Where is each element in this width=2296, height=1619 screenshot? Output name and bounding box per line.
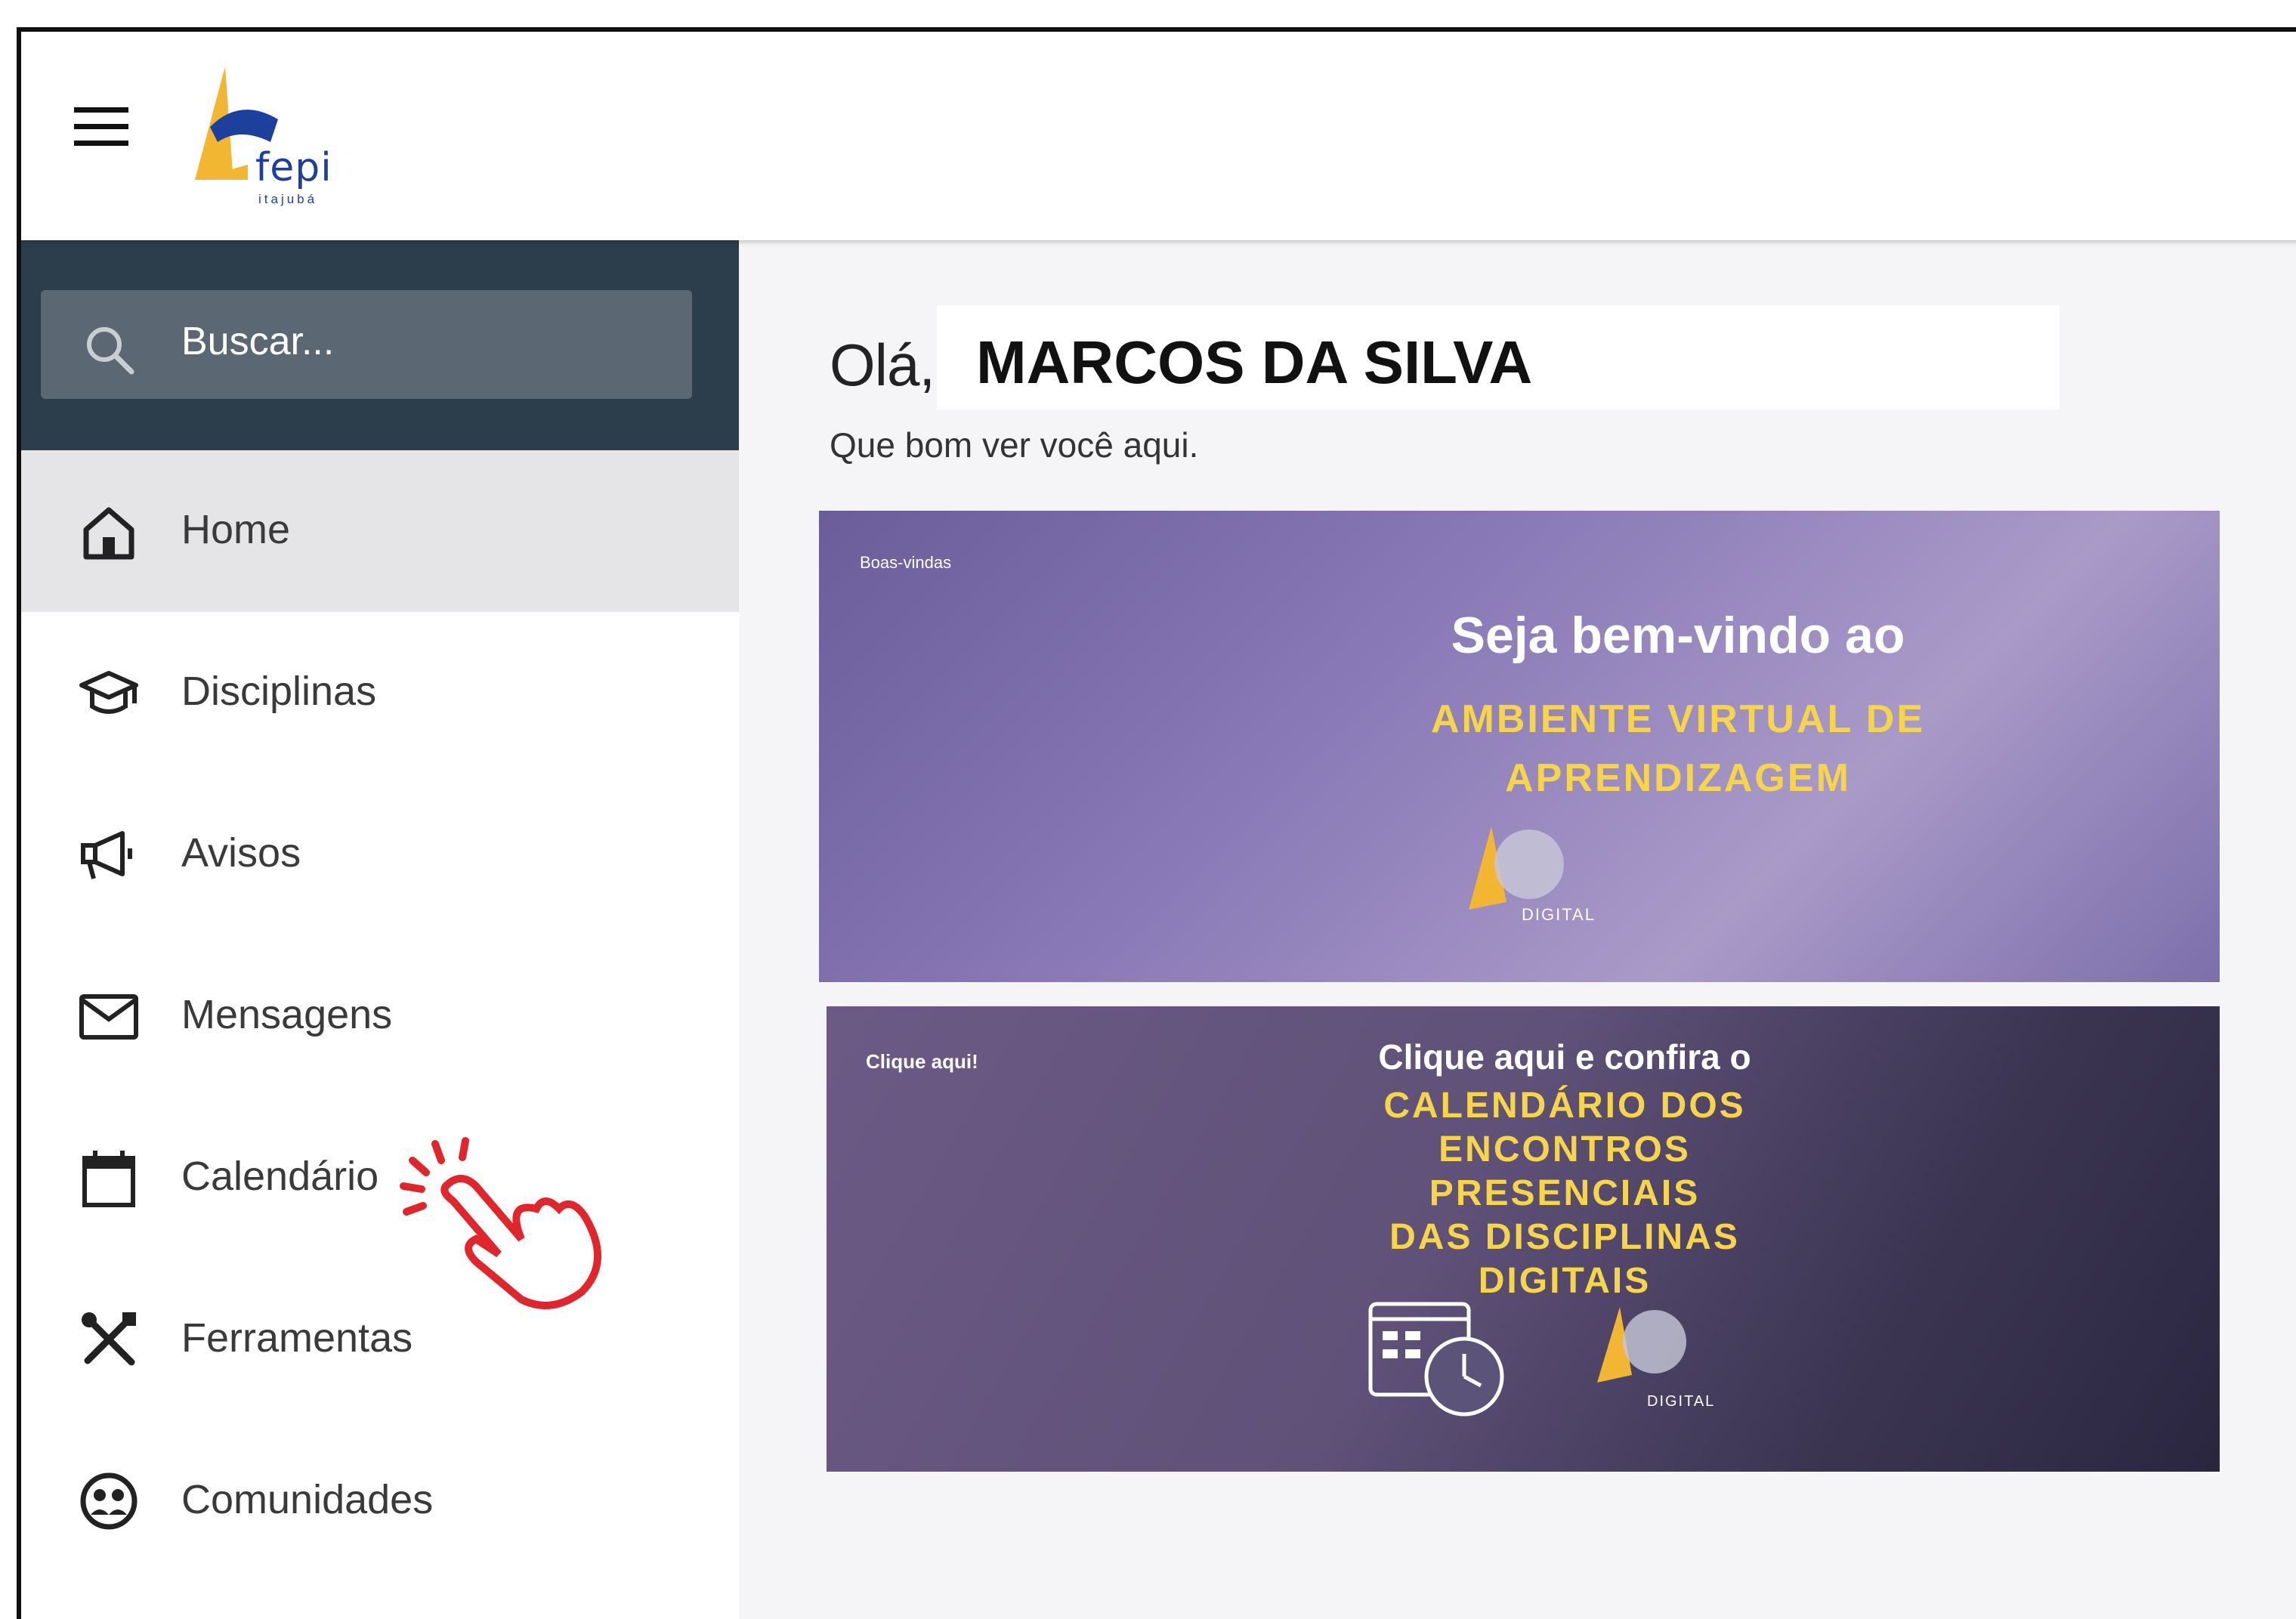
search-input[interactable]: Buscar... bbox=[41, 290, 692, 399]
search-placeholder: Buscar... bbox=[181, 320, 335, 363]
sidebar-item-avisos[interactable]: Avisos bbox=[21, 774, 739, 935]
sidebar-item-disciplinas[interactable]: Disciplinas bbox=[21, 612, 739, 774]
menu-icon[interactable] bbox=[74, 107, 128, 147]
tools-icon bbox=[82, 1312, 136, 1366]
sidebar-item-comunidades[interactable]: Comunidades bbox=[21, 1420, 739, 1582]
sidebar-item-label: Home bbox=[181, 507, 291, 552]
user-name: MARCOS DA SILVA bbox=[976, 329, 1533, 396]
sidebar-item-label: Ferramentas bbox=[181, 1315, 413, 1361]
welcome-banner[interactable]: Boas-vindas Seja bem-vindo ao AMBIENTE V… bbox=[819, 511, 2220, 982]
sidebar: Buscar... Home Disciplinas Avisos Mensag… bbox=[21, 240, 739, 1619]
banner-highlight-2: ENCONTROS bbox=[1438, 1129, 1691, 1169]
banner-highlight-2: APRENDIZAGEM bbox=[1505, 756, 1851, 800]
mail-icon bbox=[79, 994, 138, 1040]
user-name-box: MARCOS DA SILVA bbox=[937, 305, 2060, 409]
sidebar-item-home[interactable]: Home bbox=[21, 450, 739, 612]
app-window: fepi itajubá Buscar... Home Disciplinas … bbox=[17, 27, 2296, 1619]
banner-brand: DIGITAL bbox=[1647, 1393, 1716, 1410]
community-icon bbox=[80, 1472, 138, 1530]
banner-title: Seja bem-vindo ao bbox=[1451, 607, 1905, 664]
banner-brand: DIGITAL bbox=[1522, 905, 1596, 924]
search-area: Buscar... bbox=[21, 240, 739, 450]
calendar-banner[interactable]: Clique aqui! Clique aqui e confira o CAL… bbox=[827, 1006, 2220, 1472]
banner-highlight-3: PRESENCIAIS bbox=[1429, 1173, 1701, 1213]
fepi-logo[interactable]: fepi itajubá bbox=[180, 66, 346, 218]
megaphone-icon bbox=[81, 831, 132, 879]
home-icon bbox=[83, 507, 134, 560]
greeting-subtitle: Que bom ver você aqui. bbox=[830, 425, 1199, 465]
logo-subtext: itajubá bbox=[258, 192, 318, 206]
banner-highlight-4: DAS DISCIPLINAS bbox=[1389, 1217, 1740, 1257]
banner-highlight-1: CALENDÁRIO DOS bbox=[1383, 1086, 1746, 1126]
banner-highlight-1: AMBIENTE VIRTUAL DE bbox=[1430, 697, 1926, 741]
click-pointer-icon bbox=[400, 1137, 602, 1309]
greeting-text: Olá, bbox=[830, 332, 935, 398]
sidebar-item-label: Mensagens bbox=[181, 992, 393, 1037]
banner-tag: Boas-vindas bbox=[860, 553, 952, 572]
top-bar: fepi itajubá bbox=[21, 32, 2296, 240]
banner-title: Clique aqui e confira o bbox=[1378, 1037, 1751, 1077]
logo-text: fepi bbox=[255, 145, 332, 190]
main-content: Olá, MARCOS DA SILVA Que bom ver você aq… bbox=[739, 240, 2296, 1619]
graduation-cap-icon bbox=[79, 671, 138, 714]
calendar-clock-icon bbox=[1368, 1302, 1504, 1417]
sidebar-item-calendario[interactable]: Calendário bbox=[21, 1097, 739, 1259]
banner-highlight-5: DIGITAIS bbox=[1478, 1261, 1652, 1301]
search-icon bbox=[87, 327, 134, 375]
sidebar-item-label: Calendário bbox=[181, 1154, 379, 1199]
sidebar-item-ferramentas[interactable]: Ferramentas bbox=[21, 1259, 739, 1420]
sidebar-item-label: Disciplinas bbox=[181, 669, 377, 714]
sidebar-item-label: Comunidades bbox=[181, 1477, 434, 1522]
sidebar-item-mensagens[interactable]: Mensagens bbox=[21, 935, 739, 1097]
calendar-icon bbox=[82, 1151, 135, 1207]
sidebar-item-label: Avisos bbox=[181, 830, 301, 876]
